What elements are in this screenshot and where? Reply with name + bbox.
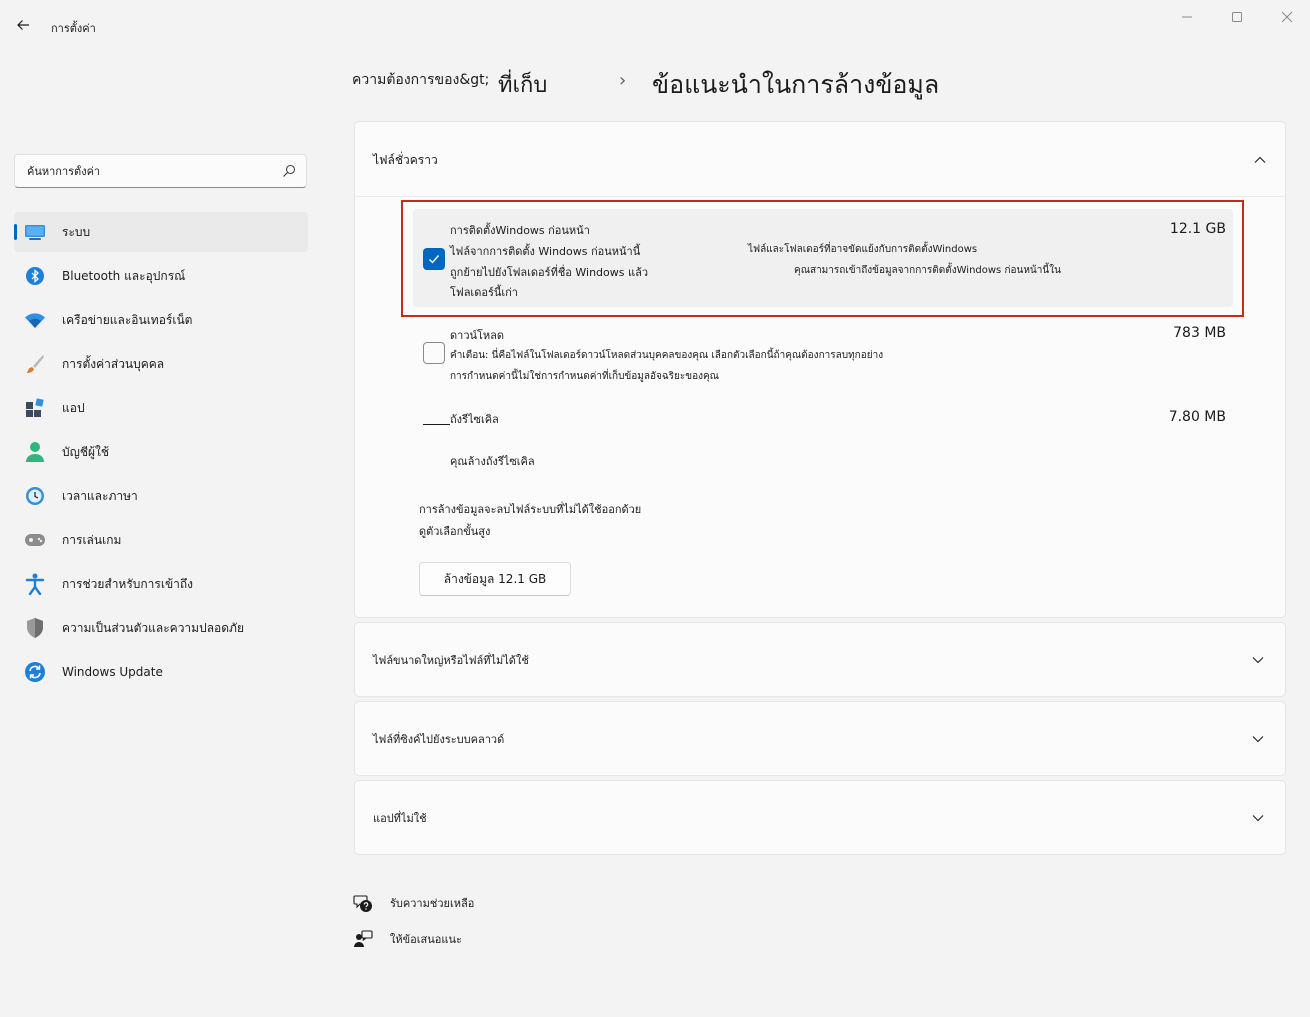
bluetooth-icon: [24, 265, 46, 287]
prev-install-desc-3: โฟลเดอร์นี้เก่า: [450, 286, 518, 299]
breadcrumb-storage[interactable]: ที่เก็บ: [498, 67, 547, 102]
sidebar-item-label: Bluetooth และอุปกรณ์: [62, 268, 186, 283]
recycle-size: 7.80 MB: [1168, 409, 1226, 425]
sidebar-item-label: ระบบ: [62, 224, 91, 239]
give-feedback-label: ให้ข้อเสนอแนะ: [390, 933, 462, 946]
breadcrumb-part-1[interactable]: ความต้องการของ&gt;: [352, 69, 489, 91]
cleanup-note: การล้างข้อมูลจะลบไฟล์ระบบที่ไม่ได้ใช้ออก…: [419, 503, 642, 516]
sidebar-item-label: ความเป็นส่วนตัวและความปลอดภัย: [62, 620, 244, 635]
close-icon: [1281, 11, 1293, 23]
prev-install-note-1: ไฟล์และโฟลเดอร์ที่อาจขัดแย้งกับการติดตั้…: [748, 244, 978, 255]
prev-install-checkbox[interactable]: [423, 248, 445, 270]
clean-up-button[interactable]: ล้างข้อมูล 12.1 GB: [419, 562, 571, 596]
sidebar-item-network[interactable]: เครือข่ายและอินเทอร์เน็ต: [14, 300, 308, 340]
page-title: ข้อแนะนำในการล้างข้อมูล: [652, 70, 940, 99]
sidebar-item-label: การเล่นเกม: [62, 532, 122, 547]
apps-icon: [24, 397, 46, 419]
sidebar-item-label: การตั้งค่าส่วนบุคคล: [62, 356, 165, 371]
sidebar-nav: ระบบ Bluetooth และอุปกรณ์ เครือข่ายและอิ…: [14, 212, 308, 696]
sidebar-item-windows-update[interactable]: Windows Update: [14, 652, 308, 692]
sidebar-item-privacy[interactable]: ความเป็นส่วนตัวและความปลอดภัย: [14, 608, 308, 648]
search-input[interactable]: [27, 164, 282, 178]
sidebar-item-label: การช่วยสำหรับการเข้าถึง: [62, 576, 194, 591]
paintbrush-icon: [24, 353, 46, 375]
panel-divider: [355, 196, 1285, 197]
wifi-icon: [24, 309, 46, 331]
search-icon[interactable]: [282, 164, 296, 178]
maximize-button[interactable]: [1212, 0, 1262, 34]
minimize-button[interactable]: [1162, 0, 1212, 34]
sidebar-item-system[interactable]: ระบบ: [14, 212, 308, 252]
sidebar-item-accounts[interactable]: บัญชีผู้ใช้: [14, 432, 308, 472]
advanced-options-link[interactable]: ดูตัวเลือกขั้นสูง: [419, 522, 490, 540]
back-arrow-icon: [17, 20, 29, 30]
recycle-desc: คุณล้างถังรีไซเคิล: [450, 455, 535, 468]
sidebar-item-bluetooth[interactable]: Bluetooth และอุปกรณ์: [14, 256, 308, 296]
prev-install-desc-1: ไฟล์จากการติดตั้ง Windows ก่อนหน้านี้: [450, 245, 641, 258]
give-feedback-link[interactable]: ให้ข้อเสนอแนะ: [353, 929, 462, 949]
chevron-up-icon[interactable]: [1253, 153, 1267, 167]
unused-apps-title: แอปที่ไม่ใช้: [373, 811, 427, 825]
checkmark-icon: [429, 255, 440, 264]
sidebar-item-label: แอป: [62, 400, 85, 415]
chevron-down-icon[interactable]: [1251, 653, 1265, 667]
recycle-title: ถังรีไซเคิล: [450, 413, 499, 426]
back-button[interactable]: [8, 10, 38, 40]
gamepad-icon: [24, 529, 46, 551]
sidebar-item-label: บัญชีผู้ใช้: [62, 444, 110, 459]
prev-install-size: 12.1 GB: [1169, 221, 1226, 237]
get-help-link[interactable]: รับความช่วยเหลือ: [353, 893, 474, 913]
downloads-title: ดาวน์โหลด: [450, 329, 505, 342]
get-help-label: รับความช่วยเหลือ: [390, 897, 475, 910]
downloads-warning: คำเตือน: นี่คือไฟล์ในโฟลเดอร์ดาวน์โหลดส่…: [450, 350, 884, 361]
clock-globe-icon: [24, 485, 46, 507]
minimize-icon: [1182, 16, 1192, 18]
help-icon: [353, 893, 373, 913]
sidebar-item-label: Windows Update: [62, 665, 163, 679]
sidebar-item-time-language[interactable]: เวลาและภาษา: [14, 476, 308, 516]
sidebar-item-label: เวลาและภาษา: [62, 488, 138, 503]
cloud-files-title: ไฟล์ที่ซิงค์ไปยังระบบคลาวด์: [373, 732, 505, 746]
prev-install-note-2: คุณสามารถเข้าถึงข้อมูลจากการติดตั้งWindo…: [794, 265, 1061, 276]
feedback-icon: [353, 929, 373, 949]
temp-files-title: ไฟล์ชั่วคราว: [373, 152, 438, 167]
large-files-title: ไฟล์ขนาดใหญ่หรือไฟล์ที่ไม่ได้ใช้: [373, 653, 529, 667]
cloud-files-section[interactable]: ไฟล์ที่ซิงค์ไปยังระบบคลาวด์: [354, 701, 1286, 776]
unused-apps-section[interactable]: แอปที่ไม่ใช้: [354, 780, 1286, 855]
prev-install-title: การติดตั้งWindows ก่อนหน้า: [450, 224, 590, 237]
user-icon: [24, 441, 46, 463]
chevron-down-icon[interactable]: [1251, 732, 1265, 746]
sidebar-item-label: เครือข่ายและอินเทอร์เน็ต: [62, 312, 193, 327]
downloads-note: การกำหนดค่านี้ไม่ใช่การกำหนดค่าที่เก็บข้…: [450, 371, 719, 382]
shield-icon: [24, 617, 46, 639]
temp-files-header[interactable]: ไฟล์ชั่วคราว: [355, 122, 1285, 198]
maximize-icon: [1232, 12, 1242, 22]
monitor-icon: [24, 221, 46, 243]
app-title: การตั้งค่า: [51, 22, 96, 35]
chevron-down-icon[interactable]: [1251, 811, 1265, 825]
downloads-size: 783 MB: [1173, 325, 1226, 341]
prev-install-desc-2: ถูกย้ายไปยังโฟลเดอร์ที่ชื่อ Windows แล้ว: [450, 266, 648, 279]
sidebar-item-gaming[interactable]: การเล่นเกม: [14, 520, 308, 560]
sidebar-item-accessibility[interactable]: การช่วยสำหรับการเข้าถึง: [14, 564, 308, 604]
close-button[interactable]: [1262, 0, 1310, 34]
search-box[interactable]: [14, 154, 307, 188]
downloads-checkbox[interactable]: [423, 342, 445, 364]
sidebar-item-personalization[interactable]: การตั้งค่าส่วนบุคคล: [14, 344, 308, 384]
update-icon: [24, 661, 46, 683]
sidebar-item-apps[interactable]: แอป: [14, 388, 308, 428]
accessibility-icon: [24, 573, 46, 595]
recycle-checkbox-placeholder[interactable]: [423, 424, 450, 425]
breadcrumb-chevron-icon: ›: [619, 70, 627, 91]
large-files-section[interactable]: ไฟล์ขนาดใหญ่หรือไฟล์ที่ไม่ได้ใช้: [354, 622, 1286, 697]
